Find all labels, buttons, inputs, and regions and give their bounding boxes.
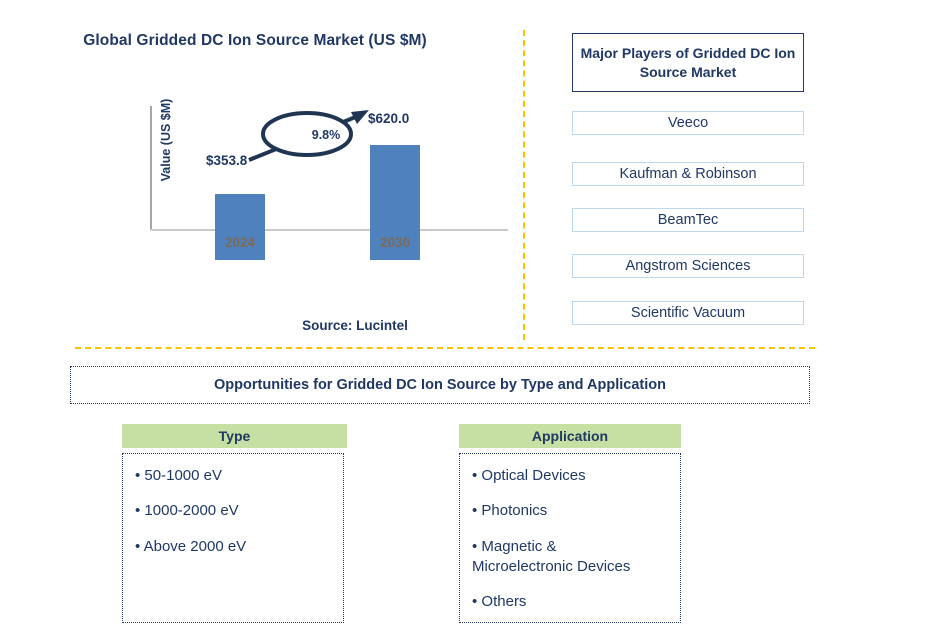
opportunities-banner: Opportunities for Gridded DC Ion Source … bbox=[70, 366, 810, 404]
chart-title: Global Gridded DC Ion Source Market (US … bbox=[83, 32, 427, 49]
player-item-veeco[interactable]: Veeco bbox=[572, 111, 804, 135]
player-item-scientific-vacuum[interactable]: Scientific Vacuum bbox=[572, 301, 804, 325]
type-list-item: • 1000-2000 eV bbox=[135, 502, 239, 520]
cagr-value-label: 9.8% bbox=[311, 128, 341, 142]
type-column-box: • 50-1000 eV • 1000-2000 eV • Above 2000… bbox=[122, 453, 344, 623]
application-list-item: • Optical Devices bbox=[472, 467, 586, 484]
y-axis-line bbox=[150, 106, 152, 230]
x-tick-2030: 2030 bbox=[379, 235, 411, 250]
type-list-item: • Above 2000 eV bbox=[135, 537, 247, 555]
application-list-item: • Magnetic & Microelectronic Devices bbox=[472, 537, 631, 575]
source-note: Source: Lucintel bbox=[302, 318, 408, 333]
application-list-item: • Photonics bbox=[472, 502, 548, 520]
y-axis-label: Value (US $M) bbox=[159, 98, 173, 182]
application-column-header: Application bbox=[459, 424, 681, 448]
bar-chart: Value (US $M) $353.8 $620.0 2024 2030 9.… bbox=[150, 99, 510, 260]
x-tick-2024: 2024 bbox=[224, 235, 256, 250]
horizontal-divider bbox=[75, 347, 815, 349]
type-list-item: • 50-1000 eV bbox=[135, 467, 222, 484]
type-column-header: Type bbox=[122, 424, 347, 448]
vertical-divider bbox=[523, 30, 525, 340]
x-axis-line bbox=[150, 229, 508, 231]
application-list-item: • Others bbox=[472, 593, 527, 610]
player-item-angstrom-sciences[interactable]: Angstrom Sciences bbox=[572, 254, 804, 278]
player-item-kaufman-robinson[interactable]: Kaufman & Robinson bbox=[572, 162, 804, 186]
player-item-beamtec[interactable]: BeamTec bbox=[572, 208, 804, 232]
bar-2024 bbox=[215, 194, 265, 260]
major-players-header: Major Players of Gridded DC Ion Source M… bbox=[572, 33, 804, 92]
application-column-box: • Optical Devices • Photonics • Magnetic… bbox=[459, 453, 681, 623]
bar-value-2024: $353.8 bbox=[206, 153, 248, 168]
